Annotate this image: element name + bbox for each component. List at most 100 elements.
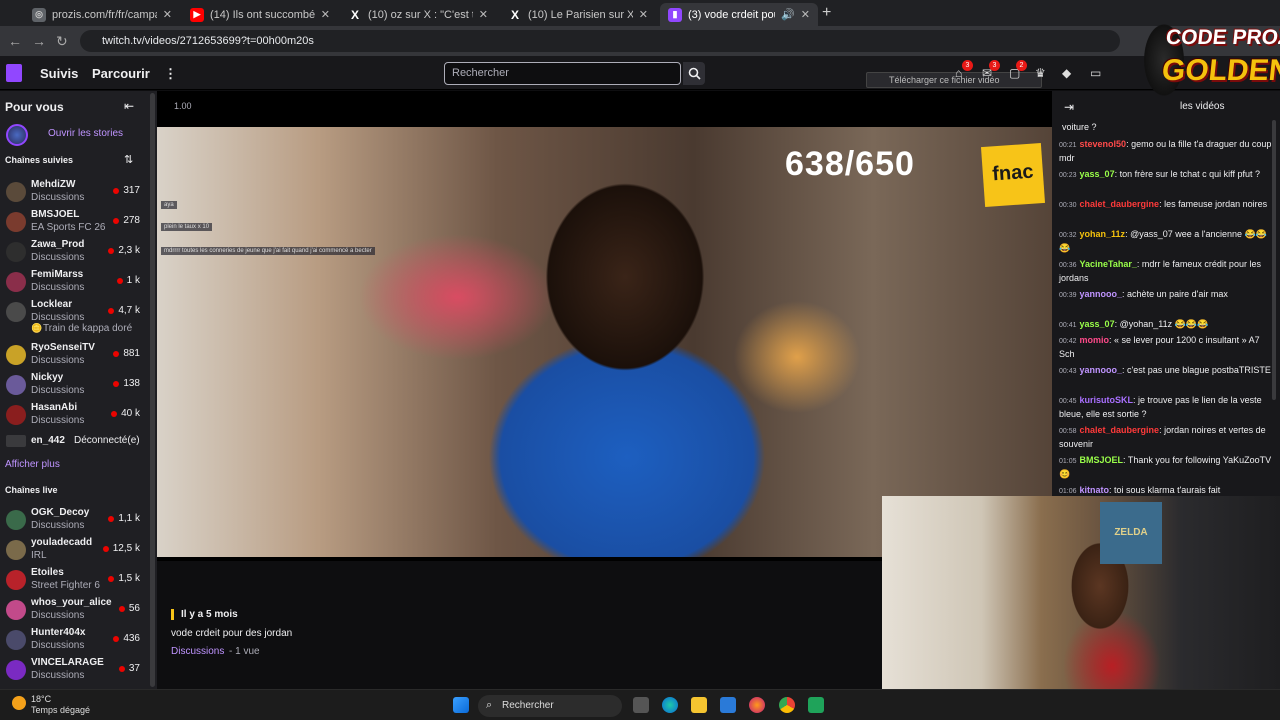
speaker-icon[interactable]: 🔊	[781, 8, 795, 21]
chrome-icon[interactable]	[779, 697, 795, 713]
channel-row[interactable]: RyoSenseiTV Discussions 881	[0, 340, 150, 370]
video-views: - 1 vue	[229, 646, 260, 657]
forward-icon[interactable]: →	[32, 33, 46, 49]
chat-username[interactable]: momio	[1080, 335, 1110, 345]
channel-category: Street Fighter 6	[31, 580, 100, 591]
channel-row[interactable]: whos_your_alice Discussions 56	[0, 595, 150, 625]
viewer-count: 4,7 k	[108, 305, 140, 316]
task-view-icon[interactable]	[633, 697, 649, 713]
channel-category: Discussions	[31, 312, 85, 323]
edge-icon[interactable]	[662, 697, 678, 713]
chat-username[interactable]: yannooo_	[1080, 289, 1123, 299]
url-field[interactable]: twitch.tv/videos/2712653699?t=00h00m20s	[80, 30, 1120, 52]
channel-category: EA Sports FC 26	[31, 222, 106, 233]
crown-icon[interactable]: ♛	[1035, 66, 1046, 80]
channel-row[interactable]: HasanAbi Discussions 40 k	[0, 400, 150, 430]
weather-widget[interactable]: 18°C Temps dégagé	[31, 694, 90, 716]
sidebar-scrollbar[interactable]	[150, 93, 155, 687]
globe-icon: ◎	[32, 7, 46, 22]
chat-message: voiture ?	[1059, 121, 1272, 135]
channel-row[interactable]: Etoiles Street Fighter 6 1,5 k	[0, 565, 150, 595]
close-icon[interactable]: ✕	[639, 8, 648, 21]
chat-timestamp: 01:06	[1059, 488, 1077, 495]
chat-timestamp: 00:58	[1059, 428, 1077, 435]
chat-username[interactable]: BMSJOEL	[1080, 455, 1124, 465]
store-icon[interactable]	[720, 697, 736, 713]
chat-username[interactable]: yass_07	[1080, 169, 1115, 179]
browser-tab[interactable]: ◎ prozis.com/fr/fr/campagne/74 ✕	[24, 3, 180, 26]
close-icon[interactable]: ✕	[163, 8, 172, 21]
notification-icon[interactable]: ⌂	[955, 66, 962, 80]
stories-avatar[interactable]	[6, 124, 28, 146]
collapse-chat-icon[interactable]: ⇥	[1064, 100, 1074, 114]
twitch-logo-icon[interactable]	[6, 64, 22, 82]
windows-start-icon[interactable]	[453, 697, 469, 713]
chat-username[interactable]: chalet_daubergine	[1080, 425, 1160, 435]
search-icon	[688, 67, 701, 80]
video-frame[interactable]: aya plein le taux x 10 mdrrrr toutes les…	[157, 127, 1052, 557]
nav-following[interactable]: Suivis	[40, 66, 78, 81]
browser-tab-active[interactable]: ▮ (3) vode crdeit pour des jor 🔊 ✕	[660, 3, 818, 26]
channel-row[interactable]: Nickyy Discussions 138	[0, 370, 150, 400]
viewer-count: 1,5 k	[108, 573, 140, 584]
file-explorer-icon[interactable]	[691, 697, 707, 713]
chat-username[interactable]: kitnato	[1080, 485, 1110, 495]
taskbar-search-icon: ⌕	[486, 699, 493, 711]
channel-avatar	[6, 660, 26, 680]
chat-timestamp: 00:42	[1059, 338, 1077, 345]
chat-username[interactable]: chalet_daubergine	[1080, 199, 1160, 209]
chat-username[interactable]: yannooo_	[1080, 365, 1123, 375]
firefox-icon[interactable]	[749, 697, 765, 713]
chat-username[interactable]: yass_07	[1080, 319, 1115, 329]
weather-icon	[12, 696, 26, 710]
channel-row[interactable]: OGK_Decoy Discussions 1,1 k	[0, 505, 150, 535]
browser-tab[interactable]: ▶ (14) Ils ont succombé au Air fry ✕	[182, 3, 338, 26]
video-player[interactable]: 1.00 aya plein le taux x 10 mdrrrr toute…	[157, 91, 1052, 561]
channel-row[interactable]: Zawa_Prod Discussions 2,3 k	[0, 237, 150, 267]
back-icon[interactable]: ←	[8, 33, 22, 49]
channel-row[interactable]: BMSJOEL EA Sports FC 26 278	[0, 207, 150, 237]
reload-icon[interactable]: ↻	[56, 33, 68, 50]
channel-name: Hunter404x	[31, 627, 86, 638]
channel-name: MehdiZW	[31, 179, 76, 190]
browser-tab[interactable]: X (10) oz sur X : "C'est tellement ✕	[340, 3, 496, 26]
channel-row[interactable]: youladecadd IRL 12,5 k	[0, 535, 150, 565]
close-icon[interactable]: ✕	[479, 8, 488, 21]
search-input[interactable]: Rechercher	[444, 62, 681, 85]
chat-scrollbar[interactable]	[1272, 120, 1276, 400]
app-icon[interactable]	[808, 697, 824, 713]
nav-browse[interactable]: Parcourir	[92, 66, 150, 81]
new-tab-button[interactable]: +	[822, 4, 831, 22]
sort-icon[interactable]: ⇅	[124, 153, 133, 166]
video-category-link[interactable]: Discussions	[171, 646, 224, 657]
channel-category: Discussions	[31, 610, 85, 621]
collapse-sidebar-icon[interactable]: ⇤	[124, 99, 134, 113]
search-button[interactable]	[683, 62, 705, 85]
taskbar-search[interactable]: Rechercher	[478, 695, 622, 717]
viewer-count: 138	[113, 378, 140, 389]
chat-username[interactable]: stevenol50	[1080, 139, 1127, 149]
theatre-mode-icon[interactable]: ▭	[1090, 66, 1101, 80]
channel-row[interactable]: MehdiZW Discussions 317	[0, 177, 150, 207]
show-more-link[interactable]: Afficher plus	[5, 459, 60, 470]
bits-icon[interactable]: ◆	[1062, 66, 1071, 80]
twitch-top-nav: Suivis Parcourir ⋮ Rechercher Télécharge…	[0, 56, 1280, 90]
channel-category: Discussions	[31, 520, 85, 531]
chat-text: : c'est pas une blague postbaTRISTE	[1122, 365, 1271, 375]
channel-row[interactable]: Hunter404x Discussions 436	[0, 625, 150, 655]
open-stories-link[interactable]: Ouvrir les stories	[48, 128, 123, 139]
channel-row[interactable]: FemiMarss Discussions 1 k	[0, 267, 150, 297]
chat-username[interactable]: kurisutoSKL	[1080, 395, 1134, 405]
chat-username[interactable]: YacineTahar_	[1080, 259, 1137, 269]
channel-name: youladecadd	[31, 537, 93, 548]
offline-channel-name[interactable]: en_442	[31, 435, 65, 446]
channel-row[interactable]: VINCELARAGE Discussions 37	[0, 655, 150, 685]
close-icon[interactable]: ✕	[321, 8, 330, 21]
more-menu-icon[interactable]: ⋮	[164, 66, 177, 82]
close-icon[interactable]: ✕	[801, 8, 810, 21]
chat-username[interactable]: yohan_11z	[1080, 229, 1126, 239]
locklear-extra-icon: 🪙	[31, 323, 43, 333]
inbox-badge: 3	[989, 60, 1000, 71]
browser-tab[interactable]: X (10) Le Parisien sur X : "« Il nou ✕	[500, 3, 656, 26]
video-title: vode crdeit pour des jordan	[171, 628, 293, 639]
